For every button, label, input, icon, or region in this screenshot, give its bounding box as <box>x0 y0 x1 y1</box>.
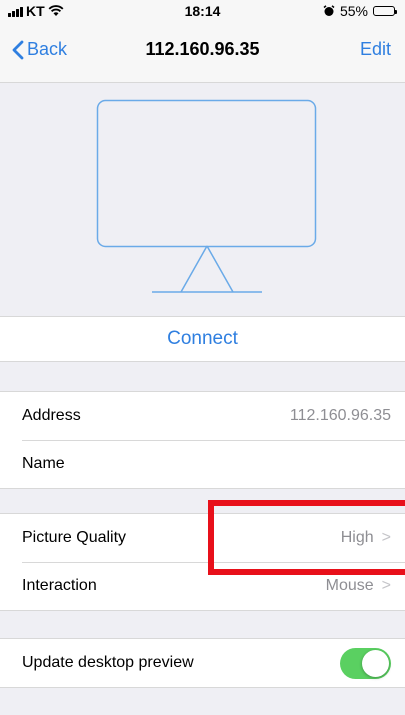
picture-quality-row[interactable]: Picture Quality High > <box>0 514 405 562</box>
status-bar: KT 18:14 55% <box>0 0 405 20</box>
update-preview-label: Update desktop preview <box>22 654 194 671</box>
address-row[interactable]: Address 112.160.96.35 <box>0 392 405 440</box>
chevron-left-icon <box>12 40 24 59</box>
update-preview-row: Update desktop preview <box>0 639 405 687</box>
name-label: Name <box>22 455 65 472</box>
picture-quality-value: High <box>340 529 374 546</box>
back-button[interactable]: Back <box>12 39 67 60</box>
picture-quality-label: Picture Quality <box>22 529 127 546</box>
connect-button[interactable]: Connect <box>0 316 405 362</box>
edit-button[interactable]: Edit <box>360 39 391 60</box>
interaction-label: Interaction <box>22 577 97 594</box>
alarm-icon <box>323 5 335 16</box>
monitor-icon <box>96 99 317 293</box>
battery-percent: 55% <box>339 3 368 19</box>
battery-icon <box>373 6 397 16</box>
interaction-value: Mouse <box>325 577 374 594</box>
desktop-preview <box>0 83 405 315</box>
chevron-right-icon: > <box>381 529 391 546</box>
address-label: Address <box>22 407 81 424</box>
status-indicators: 55% <box>323 3 397 19</box>
address-value: 112.160.96.35 <box>289 407 391 424</box>
navigation-bar: Back 112.160.96.35 Edit <box>0 20 405 83</box>
chevron-right-icon: > <box>381 577 391 594</box>
settings-group: Picture Quality High > Interaction Mouse… <box>0 513 405 611</box>
toggle-knob <box>362 649 389 677</box>
update-preview-toggle[interactable] <box>340 647 391 679</box>
interaction-row[interactable]: Interaction Mouse > <box>0 562 405 610</box>
back-label: Back <box>27 39 68 59</box>
preview-settings-group: Update desktop preview <box>0 638 405 688</box>
name-row[interactable]: Name <box>0 440 405 488</box>
details-group: Address 112.160.96.35 Name <box>0 391 405 489</box>
